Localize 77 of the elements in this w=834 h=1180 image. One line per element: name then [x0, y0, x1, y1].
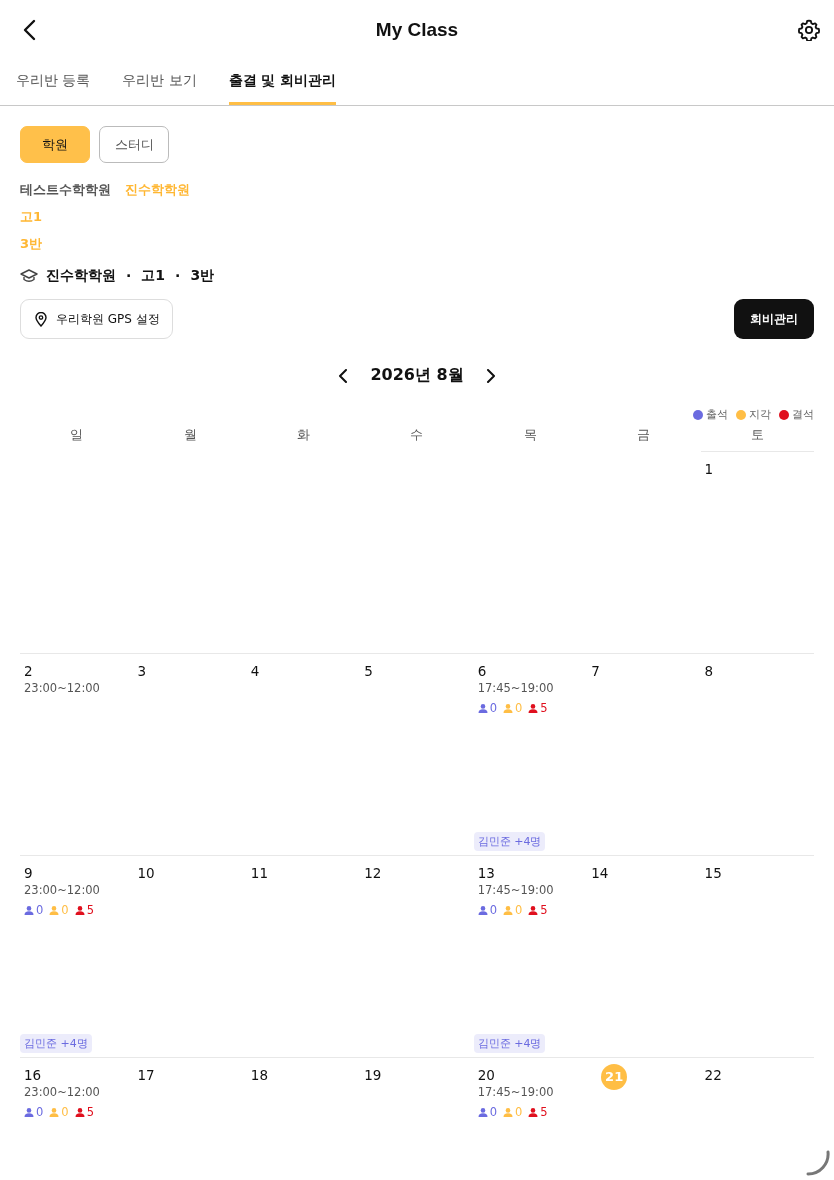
day-number[interactable]: 13	[477, 864, 495, 882]
weekday-label: 목	[522, 426, 538, 444]
day-number[interactable]: 7	[591, 662, 600, 680]
fee-management-button[interactable]: 회비관리	[734, 299, 814, 339]
attendance-count: 5	[86, 1105, 94, 1119]
attendance-count: 0	[515, 701, 523, 715]
academy-option[interactable]: 테스트수학학원	[20, 180, 111, 199]
attendance-count: 5	[540, 903, 548, 917]
tab[interactable]: 우리반 등록	[16, 60, 91, 105]
class-time: 23:00~12:00	[24, 883, 100, 897]
day-number[interactable]: 14	[591, 864, 609, 882]
day-number[interactable]: 3	[137, 662, 146, 680]
month-label: 2026년 8월	[370, 365, 464, 386]
legend-label: 결석	[792, 408, 814, 422]
summary-academy: 진수학학원	[46, 267, 116, 285]
class-time: 23:00~12:00	[24, 681, 100, 695]
day-number[interactable]: 10	[137, 864, 155, 882]
class-time: 17:45~19:00	[477, 1085, 554, 1099]
weekday-label: 금	[636, 426, 652, 444]
class-time: 17:45~19:00	[477, 883, 554, 897]
attendance-count: 0	[489, 1105, 498, 1119]
page-title: My Class	[375, 19, 459, 41]
day-number[interactable]: 19	[364, 1066, 382, 1084]
weekday-label: 토	[749, 426, 765, 444]
separator-dot: ·	[175, 268, 181, 284]
attendance-count: 0	[489, 903, 498, 917]
attendance-count: 5	[540, 701, 548, 715]
weekday-label: 화	[296, 426, 312, 444]
class-time: 23:00~12:00	[24, 1085, 100, 1099]
attendance-count: 0	[36, 1105, 44, 1119]
summary-class: 3반	[190, 267, 215, 285]
location-pin-icon	[35, 311, 47, 327]
student-chip[interactable]: 김민준 +4명	[473, 832, 546, 851]
settings-icon[interactable]	[798, 19, 820, 41]
day-number[interactable]: 11	[250, 864, 269, 882]
segment-button[interactable]: 스터디	[99, 126, 169, 163]
tab[interactable]: 우리반 보기	[122, 60, 197, 105]
summary-grade: 고1	[141, 267, 166, 285]
attendance-count: 0	[515, 1105, 523, 1119]
day-number[interactable]: 9	[24, 864, 33, 882]
attendance-count: 5	[540, 1105, 548, 1119]
day-number[interactable]: 16	[24, 1066, 42, 1084]
student-chip[interactable]: 김민준 +4명	[473, 1034, 546, 1053]
attendance-count: 0	[61, 1105, 69, 1119]
separator-dot: ·	[126, 268, 132, 284]
attendance-count: 0	[61, 903, 69, 917]
attendance-count: 0	[489, 701, 498, 715]
weekday-label: 월	[182, 426, 198, 444]
tab[interactable]: 출결 및 회비관리	[228, 60, 336, 105]
legend-label: 지각	[749, 408, 771, 422]
next-month-icon[interactable]	[485, 368, 496, 383]
day-number[interactable]: 2	[24, 662, 33, 680]
attendance-count: 0	[36, 903, 44, 917]
day-number[interactable]: 8	[704, 662, 714, 680]
day-number[interactable]: 4	[250, 662, 260, 680]
graduation-cap-icon	[20, 269, 38, 283]
day-number[interactable]: 5	[364, 662, 373, 680]
weekday-label: 수	[409, 426, 425, 444]
day-number[interactable]: 18	[250, 1066, 269, 1084]
legend-label: 출석	[706, 408, 728, 422]
student-chip[interactable]: 김민준 +4명	[20, 1034, 92, 1053]
day-number[interactable]: 20	[477, 1066, 495, 1084]
gps-settings-button[interactable]: 우리학원 GPS 설정	[20, 299, 173, 339]
previous-month-icon[interactable]	[338, 368, 349, 383]
day-number[interactable]: 12	[364, 864, 382, 882]
back-icon[interactable]	[22, 19, 36, 41]
attendance-count: 5	[86, 903, 94, 917]
day-number[interactable]: 15	[704, 864, 722, 882]
day-number[interactable]: 17	[137, 1066, 155, 1084]
day-number[interactable]: 6	[477, 662, 487, 680]
weekday-label: 일	[69, 426, 85, 444]
day-number[interactable]: 1	[704, 460, 714, 478]
loading-spinner-icon	[804, 1150, 830, 1176]
class-time: 17:45~19:00	[477, 681, 554, 695]
day-number[interactable]: 22	[704, 1066, 722, 1084]
segment-button[interactable]: 학원	[20, 126, 90, 163]
attendance-count: 0	[515, 903, 523, 917]
